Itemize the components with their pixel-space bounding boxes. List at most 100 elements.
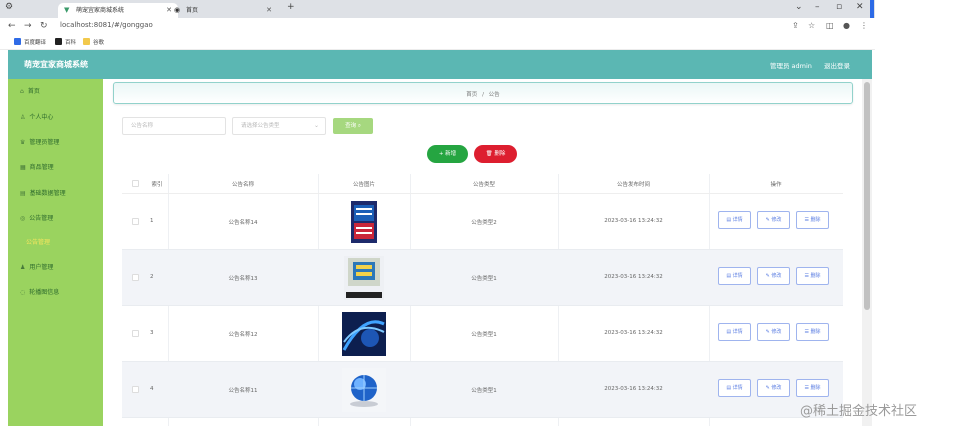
logout-link[interactable]: 退出登录 <box>824 62 850 70</box>
detail-button[interactable]: ▤ 详情 <box>718 379 751 397</box>
table-row: 1 公告名称14 公告类型2 2023-03-16 13:24:32 ▤ 详情 … <box>122 194 843 250</box>
sidebar-subitem-notice[interactable]: 公告管理 <box>26 237 50 246</box>
sidebar-item-profile[interactable]: ♙ 个人中心 <box>20 112 53 121</box>
app-header: 萌宠宜家商城系统 管理员 admin 退出登录 <box>8 50 872 79</box>
star-icon[interactable]: ☆ <box>808 21 815 30</box>
translate-icon <box>14 38 21 45</box>
admin-icon: ♛ <box>20 139 26 146</box>
back-icon[interactable]: ← <box>8 21 16 31</box>
notice-time: 2023-03-16 13:24:32 <box>604 218 663 224</box>
notice-time: 2023-03-16 13:24:32 <box>604 274 663 280</box>
detail-button[interactable]: ▤ 详情 <box>718 211 751 229</box>
column-header: 操作 <box>770 182 782 188</box>
notice-type-select[interactable]: 请选择公告类型 ⌄ <box>232 117 326 135</box>
row-index: 3 <box>150 330 154 336</box>
notice-image[interactable] <box>340 310 388 358</box>
notice-name: 公告名称13 <box>228 276 258 282</box>
minimize-icon[interactable]: – <box>815 2 820 12</box>
folder-icon <box>83 38 90 45</box>
detail-button[interactable]: ▤ 详情 <box>718 323 751 341</box>
edit-button[interactable]: ✎ 修改 <box>757 267 790 285</box>
table-header: 索引 公告名称 公告图片 公告类型 公告发布时间 操作 <box>122 174 843 194</box>
browser-menu-icon[interactable]: ⚙ <box>5 2 13 12</box>
breadcrumb-home[interactable]: 首页 <box>466 92 477 98</box>
bookmarks-bar: 百度翻译 百科 谷歌 <box>0 35 875 50</box>
notice-time: 2023-03-16 13:24:32 <box>604 386 663 392</box>
current-user: 管理员 admin <box>769 62 812 70</box>
table-row: 2 公告名称13 公告类型1 2023-03-16 13:24:32 ▤ 详情 … <box>122 250 843 306</box>
bookmark-item[interactable]: 百度翻译 <box>14 38 46 46</box>
chevron-down-icon: ⌄ <box>313 122 319 129</box>
watermark: @稀土掘金技术社区 <box>800 404 918 419</box>
profile-icon[interactable]: ● <box>843 21 850 30</box>
notice-name: 公告名称11 <box>228 388 258 394</box>
delete-button[interactable]: ☰ 删除 <box>796 211 829 229</box>
notice-type: 公告类型1 <box>471 276 497 282</box>
maximize-icon[interactable]: ▫ <box>836 2 842 12</box>
scrollbar-thumb[interactable] <box>864 82 870 310</box>
notice-image[interactable] <box>340 254 388 302</box>
row-checkbox[interactable] <box>132 274 139 281</box>
detail-button[interactable]: ▤ 详情 <box>718 267 751 285</box>
sidebar-item-carousel[interactable]: ◌ 轮播图信息 <box>20 287 59 296</box>
url-field[interactable]: localhost:8081/#/gonggao <box>60 21 153 29</box>
notice-icon: ◎ <box>20 215 26 222</box>
notice-table: 索引 公告名称 公告图片 公告类型 公告发布时间 操作 1 公告名称14 公告类… <box>122 174 843 426</box>
row-checkbox[interactable] <box>132 330 139 337</box>
bookmark-icon <box>55 38 62 45</box>
row-index: 4 <box>150 386 154 392</box>
sidebar-item-home[interactable]: ⌂ 首页 <box>20 86 40 95</box>
column-header: 公告发布时间 <box>616 182 650 188</box>
notice-name: 公告名称14 <box>228 220 258 226</box>
sidebar: ⌂ 首页 ♙ 个人中心 ♛ 管理员管理 ▦ 商品管理 ▤ 基础数据管理 ◎ 公告管理 公告管… <box>8 79 103 426</box>
column-header: 公告类型 <box>472 182 495 188</box>
forward-icon[interactable]: → <box>24 21 32 31</box>
goods-icon: ▦ <box>20 164 26 171</box>
row-index: 1 <box>150 218 154 224</box>
batch-delete-button[interactable]: 🗑 删除 <box>474 145 517 163</box>
breadcrumb-current: 公告 <box>488 92 500 98</box>
breadcrumb-separator: / <box>482 92 484 98</box>
edit-button[interactable]: ✎ 修改 <box>757 323 790 341</box>
column-header: 公告名称 <box>231 182 254 188</box>
more-icon[interactable]: ⋮ <box>860 21 868 30</box>
table-row: 3 公告名称12 公告类型1 2023-03-16 13:24:32 ▤ 详情 … <box>122 306 843 362</box>
close-window-icon[interactable]: ✕ <box>856 2 864 12</box>
delete-button[interactable]: ☰ 删除 <box>796 379 829 397</box>
edit-button[interactable]: ✎ 修改 <box>757 379 790 397</box>
notice-name: 公告名称12 <box>228 332 258 338</box>
sidebar-item-goods[interactable]: ▦ 商品管理 <box>20 162 54 171</box>
add-button[interactable]: + 新增 <box>427 145 468 163</box>
tab-search-icon[interactable]: ⌄ <box>795 2 803 12</box>
carousel-icon: ◌ <box>20 289 26 296</box>
tab-close-icon[interactable]: ✕ <box>266 3 272 18</box>
new-tab-icon[interactable]: + <box>287 2 295 12</box>
notice-name-input[interactable]: 公告名称 <box>122 117 226 135</box>
delete-button[interactable]: ☰ 删除 <box>796 323 829 341</box>
notice-image[interactable] <box>340 198 388 246</box>
edit-button[interactable]: ✎ 修改 <box>757 211 790 229</box>
sidebar-item-users[interactable]: ♟ 用户管理 <box>20 262 53 271</box>
browser-tab-active[interactable]: ▼ 萌宠宜家商城系统 ✕ <box>58 3 178 18</box>
breadcrumb: 首页 / 公告 <box>113 82 853 104</box>
bookmark-item[interactable]: 百科 <box>55 38 76 46</box>
notice-image[interactable] <box>340 366 388 414</box>
tab-favicon-icon: ▼ <box>64 6 70 14</box>
row-checkbox[interactable] <box>132 218 139 225</box>
browser-tab-bar: ⚙ ▼ 萌宠宜家商城系统 ✕ ◉ 首页 ✕ + ⌄ – ▫ ✕ <box>0 0 875 18</box>
sidebar-item-admin[interactable]: ♛ 管理员管理 <box>20 137 59 146</box>
select-all-checkbox[interactable] <box>132 180 139 187</box>
app-title: 萌宠宜家商城系统 <box>24 60 88 69</box>
sidebar-item-notice[interactable]: ◎ 公告管理 <box>20 213 53 222</box>
search-button[interactable]: 查询 ⌕ <box>333 118 373 134</box>
data-icon: ▤ <box>20 190 26 197</box>
sidebar-icon[interactable]: ◫ <box>826 21 834 30</box>
notice-time: 2023-03-16 13:24:32 <box>604 330 663 336</box>
sidebar-item-basedata[interactable]: ▤ 基础数据管理 <box>20 188 66 197</box>
browser-tab[interactable]: ◉ 首页 ✕ <box>168 3 278 18</box>
row-checkbox[interactable] <box>132 386 139 393</box>
share-icon[interactable]: ⇪ <box>792 21 799 30</box>
delete-button[interactable]: ☰ 删除 <box>796 267 829 285</box>
bookmark-item[interactable]: 谷歌 <box>83 38 104 46</box>
reload-icon[interactable]: ↻ <box>40 21 48 31</box>
